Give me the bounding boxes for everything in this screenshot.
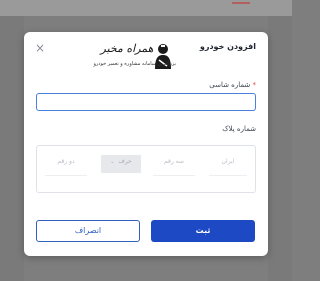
logo-brand-text: همراه مخبر: [100, 42, 154, 55]
plate-three-digit-field[interactable]: سه رقم: [153, 155, 195, 176]
backdrop-left: [0, 16, 24, 281]
close-icon[interactable]: ×: [34, 42, 46, 54]
submit-button[interactable]: ثبت: [151, 220, 255, 242]
backdrop-accent: [232, 2, 250, 4]
plate-iran-field[interactable]: ایران: [209, 155, 247, 176]
required-mark: *: [252, 81, 257, 89]
logo-tagline: بزرگترین سامانه مشاوره و تعمیر خودرو: [93, 61, 176, 67]
plate-label: شماره پلاک: [222, 125, 256, 133]
plate-letter-placeholder: حرف: [118, 158, 132, 165]
brand-logo: همراه مخبر بزرگترین سامانه مشاوره و تعمی…: [93, 40, 176, 74]
plate-letter-select[interactable]: حرف⌄: [101, 155, 141, 173]
chassis-number-input[interactable]: [36, 93, 256, 111]
add-vehicle-dialog: × همراه مخبر بزرگترین سامانه مشاوره و تع…: [24, 32, 268, 256]
plate-two-digit-field[interactable]: دو رقم: [45, 155, 87, 176]
dialog-title: افزودن خودرو: [199, 42, 256, 51]
backdrop-header: [0, 0, 292, 16]
backdrop-right: [268, 16, 292, 281]
chassis-label: * شماره شاسی: [209, 81, 256, 89]
chassis-label-text: شماره شاسی: [209, 81, 251, 89]
chevron-down-icon: ⌄: [110, 159, 115, 165]
plate-number-group: ایران سه رقم حرف⌄ دو رقم: [36, 145, 256, 193]
cancel-button[interactable]: انصراف: [36, 220, 140, 242]
